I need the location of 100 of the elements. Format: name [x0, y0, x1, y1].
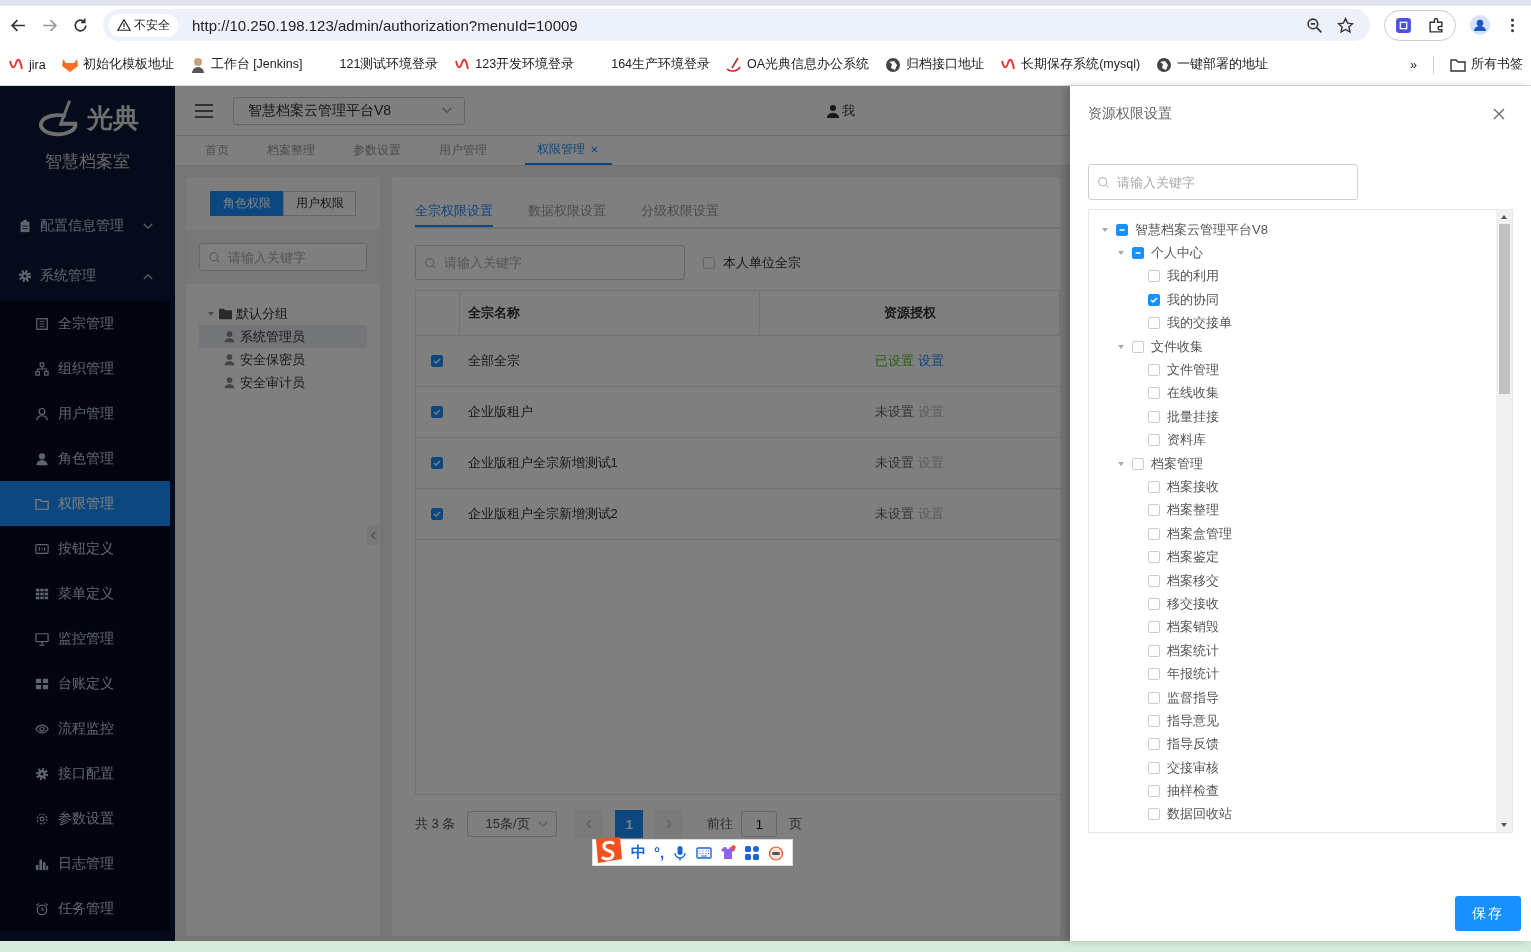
row-checkbox[interactable]: [431, 355, 444, 367]
caret-icon[interactable]: [1101, 225, 1109, 234]
menu-item[interactable]: 日志管理: [0, 841, 170, 886]
tree-row[interactable]: 档案整理: [1089, 498, 1496, 523]
checkbox[interactable]: [1148, 691, 1160, 704]
checkbox[interactable]: [1148, 551, 1160, 564]
menu-item[interactable]: 按钮定义: [0, 526, 170, 571]
collapse-handle[interactable]: [367, 525, 379, 545]
ime-logo-icon[interactable]: [593, 835, 623, 864]
profile-icon[interactable]: [1470, 15, 1490, 35]
checkbox[interactable]: [1148, 668, 1160, 681]
checkbox[interactable]: [1148, 597, 1160, 610]
checkbox[interactable]: [1148, 785, 1160, 798]
checkbox[interactable]: [1148, 387, 1160, 400]
checkbox[interactable]: [1148, 527, 1160, 540]
scroll-thumb[interactable]: [1498, 224, 1510, 394]
checkbox[interactable]: [1148, 317, 1160, 330]
bookmark[interactable]: 123开发环境登录: [454, 56, 575, 73]
menu-item[interactable]: 角色管理: [0, 436, 170, 481]
tree-row[interactable]: 文件收集: [1089, 334, 1496, 359]
caret-icon[interactable]: [1117, 342, 1125, 351]
checkbox[interactable]: [1148, 761, 1160, 774]
microphone-icon[interactable]: [672, 844, 689, 861]
checkbox[interactable]: [1148, 364, 1160, 377]
hamburger-icon[interactable]: [195, 103, 213, 118]
checkbox[interactable]: [1148, 738, 1160, 751]
checkbox[interactable]: [1148, 410, 1160, 423]
tree-row[interactable]: 批量挂接: [1089, 405, 1496, 429]
menu-item[interactable]: 菜单定义: [0, 571, 170, 616]
checkbox[interactable]: [1116, 223, 1128, 236]
page-input[interactable]: 1: [741, 811, 778, 837]
menu-item[interactable]: 组织管理: [0, 346, 170, 391]
checkbox[interactable]: [1148, 504, 1160, 517]
tree-row[interactable]: 档案鉴定: [1089, 545, 1496, 569]
checkbox[interactable]: [1148, 714, 1160, 727]
caret-icon[interactable]: [1117, 459, 1125, 468]
platform-select[interactable]: 智慧档案云管理平台V8: [233, 96, 465, 125]
tree-row[interactable]: 监督指导: [1089, 685, 1496, 710]
checkbox[interactable]: [1148, 621, 1160, 634]
row-checkbox[interactable]: [431, 406, 444, 418]
shirt-icon[interactable]: [720, 844, 737, 861]
zoom-icon[interactable]: [1306, 16, 1323, 34]
menu-item[interactable]: 接口配置: [0, 751, 170, 796]
checkbox[interactable]: [1132, 457, 1144, 470]
mode-toggle[interactable]: 用户权限: [283, 191, 356, 216]
tree-row[interactable]: 档案管理: [1089, 451, 1496, 476]
menu-item[interactable]: 监控管理: [0, 616, 170, 661]
tree-row[interactable]: 我的交接单: [1089, 311, 1496, 335]
reload-icon[interactable]: [72, 16, 89, 34]
menu-group[interactable]: 配置信息管理: [0, 201, 175, 251]
star-icon[interactable]: [1337, 16, 1354, 34]
bookmark[interactable]: OA光典信息办公系统: [726, 56, 870, 73]
scroll-down-icon[interactable]: [1500, 822, 1508, 828]
checkbox[interactable]: [1148, 644, 1160, 657]
tree-row[interactable]: 抽样检查: [1089, 779, 1496, 803]
security-chip[interactable]: 不安全: [109, 13, 178, 37]
tree-row[interactable]: 档案销毁: [1089, 615, 1496, 640]
bookmark[interactable]: 长期保存系统(mysql): [1000, 56, 1141, 73]
bookmark[interactable]: 121测试环境登录: [318, 56, 439, 73]
tree-row[interactable]: 档案统计: [1089, 639, 1496, 663]
next-page-button[interactable]: [655, 810, 684, 838]
menu-group[interactable]: 系统管理: [0, 251, 175, 301]
tree-node[interactable]: 系统管理员: [199, 325, 367, 348]
checkbox[interactable]: [703, 256, 715, 269]
apps-icon[interactable]: [744, 844, 761, 861]
tree-row[interactable]: 资料库: [1089, 428, 1496, 452]
tree-row[interactable]: 档案移交: [1089, 568, 1496, 593]
tree-row[interactable]: 交接审核: [1089, 756, 1496, 780]
menu-item[interactable]: 任务管理: [0, 886, 170, 931]
menu-item[interactable]: 用户管理: [0, 391, 170, 436]
ime-punctuation[interactable]: °,: [654, 844, 665, 861]
tree-row[interactable]: 档案盒管理: [1089, 522, 1496, 546]
menu-item[interactable]: 全宗管理: [0, 301, 170, 346]
menu-item[interactable]: 台账定义: [0, 661, 170, 706]
tree-row[interactable]: 我的利用: [1089, 264, 1496, 289]
tree-row[interactable]: 个人中心: [1089, 241, 1496, 265]
tree-node[interactable]: 默认分组: [199, 302, 367, 325]
row-checkbox[interactable]: [431, 508, 444, 520]
tree-node[interactable]: 安全审计员: [199, 371, 367, 394]
all-bookmarks[interactable]: 所有书签: [1450, 56, 1523, 73]
menu-item[interactable]: 参数设置: [0, 796, 170, 841]
bookmark[interactable]: 工作台 [Jenkins]: [189, 56, 303, 73]
bookmark[interactable]: 一键部署的地址: [1156, 56, 1269, 73]
tree-row[interactable]: 文件管理: [1089, 358, 1496, 382]
row-checkbox[interactable]: [431, 457, 444, 469]
tree-row[interactable]: 移交接收: [1089, 592, 1496, 616]
search-field[interactable]: 请输入关键字: [1088, 164, 1358, 200]
checkbox[interactable]: [1148, 434, 1160, 447]
own-unit-checkbox[interactable]: 本人单位全宗: [703, 253, 801, 272]
tree-row[interactable]: 档案接收: [1089, 475, 1496, 499]
tree-row[interactable]: 我的协同: [1089, 288, 1496, 312]
bookmark[interactable]: 164生产环境登录: [590, 56, 711, 73]
tree-row[interactable]: 数据回收站: [1089, 802, 1496, 827]
checkbox[interactable]: [1148, 293, 1160, 306]
tree-row[interactable]: 指导意见: [1089, 709, 1496, 733]
save-button[interactable]: 保存: [1455, 896, 1521, 931]
checkbox[interactable]: [1132, 340, 1144, 353]
scrollbar[interactable]: [1496, 210, 1512, 832]
bookmark[interactable]: 初始化模板地址: [61, 56, 174, 73]
page-size-select[interactable]: 15条/页: [467, 811, 558, 837]
